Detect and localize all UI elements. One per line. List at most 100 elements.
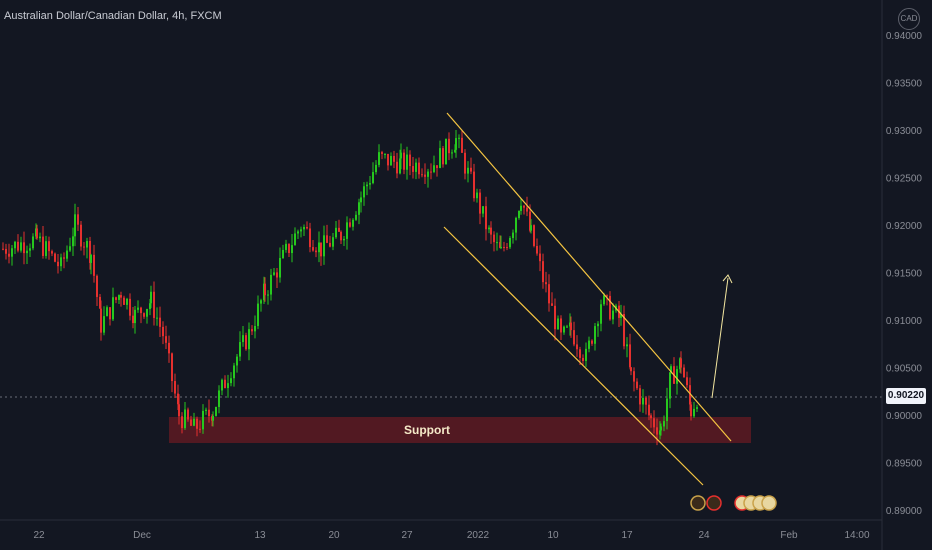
candle-body (123, 297, 125, 305)
candle-body (626, 344, 628, 347)
candle-body (530, 225, 532, 231)
event-marker-icon[interactable] (690, 495, 706, 511)
candle-body (445, 138, 447, 165)
candle-body (159, 317, 161, 327)
candle-body (669, 372, 671, 399)
candle-body (415, 162, 417, 172)
candle-body (300, 229, 302, 232)
candle-body (500, 246, 502, 248)
candle-body (485, 206, 487, 230)
candle-body (539, 253, 541, 262)
candle-body (656, 427, 658, 435)
candle-body (137, 307, 139, 310)
candle-body (2, 248, 4, 250)
candle-body (536, 245, 538, 254)
candle-body (14, 241, 16, 249)
candle-body (338, 227, 340, 232)
candle-body (146, 309, 148, 317)
candle-body (171, 353, 173, 382)
candle-body (303, 226, 305, 230)
chart-canvas[interactable]: Support 0.94000 0.93500 0.93000 0.92500 0.92… (0, 0, 932, 550)
candle-body (676, 369, 678, 384)
candle-body (686, 377, 688, 386)
candle-body (683, 367, 685, 378)
time-tick-label: 13 (254, 530, 266, 541)
candle-body (326, 235, 328, 243)
candle-body (609, 295, 611, 320)
candle-body (8, 253, 10, 257)
candle-body (264, 283, 266, 296)
candle-body (83, 246, 85, 248)
candle-body (526, 207, 528, 212)
time-tick-label: 27 (401, 530, 413, 541)
candle-body (39, 236, 41, 239)
price-tick-label: 0.90000 (886, 411, 923, 422)
candle-body (224, 379, 226, 389)
candle-body (340, 231, 342, 241)
candle-body (573, 330, 575, 345)
candle-body (406, 154, 408, 170)
price-tick-label: 0.93000 (886, 126, 923, 137)
time-tick-label: Dec (133, 530, 151, 541)
candle-body (542, 261, 544, 283)
candle-body (312, 247, 314, 251)
candle-body (482, 206, 484, 214)
candle-body (393, 155, 395, 162)
candle-body (375, 164, 377, 173)
candle-body (666, 398, 668, 422)
event-marker-icon[interactable] (706, 495, 722, 511)
candle-body (205, 409, 207, 411)
candle-body (233, 365, 235, 379)
candle-body (285, 243, 287, 250)
candle-body (248, 329, 250, 350)
time-tick-label: 22 (33, 530, 45, 541)
candle-body (140, 307, 142, 314)
time-tick-label: 14:00 (844, 530, 869, 541)
candle-body (448, 138, 450, 154)
candle-body (174, 381, 176, 394)
candle-body (458, 137, 460, 139)
candle-body (591, 340, 593, 344)
candle-body (461, 137, 463, 153)
candle-body (597, 323, 599, 327)
candle-body (63, 257, 65, 259)
candle-body (378, 152, 380, 165)
candle-body (230, 378, 232, 384)
candle-body (563, 326, 565, 333)
candle-body (168, 342, 170, 354)
candle-body (190, 419, 192, 426)
candle-body (196, 418, 198, 429)
candle-body (32, 236, 34, 249)
candle-body (294, 233, 296, 246)
candle-body (557, 318, 559, 330)
candle-body (506, 247, 508, 249)
currency-badge[interactable]: CAD (898, 8, 920, 30)
candle-body (80, 224, 82, 247)
candle-body (412, 166, 414, 172)
candle-body (267, 294, 269, 296)
candle-body (427, 171, 429, 177)
candle-body (93, 254, 95, 276)
candle-body (54, 253, 56, 262)
candle-body (381, 152, 383, 154)
candle-body (23, 242, 25, 254)
candle-body (96, 275, 98, 297)
candle-body (633, 371, 635, 382)
candle-body (318, 242, 320, 253)
candle-body (352, 219, 354, 227)
candle-body (554, 305, 556, 330)
candle-body (242, 335, 244, 343)
candle-body (5, 248, 7, 254)
candle-body (424, 174, 426, 177)
price-tick-label: 0.92500 (886, 174, 923, 185)
event-marker-icon[interactable] (761, 495, 777, 511)
candle-body (162, 326, 164, 337)
candle-body (648, 404, 650, 416)
candle-body (323, 235, 325, 257)
price-tick-label: 0.90500 (886, 364, 923, 375)
candle-body (396, 161, 398, 174)
candle-body (74, 214, 76, 237)
time-tick-label: 2022 (467, 530, 490, 541)
candle-body (442, 148, 444, 165)
candle-body (390, 155, 392, 166)
